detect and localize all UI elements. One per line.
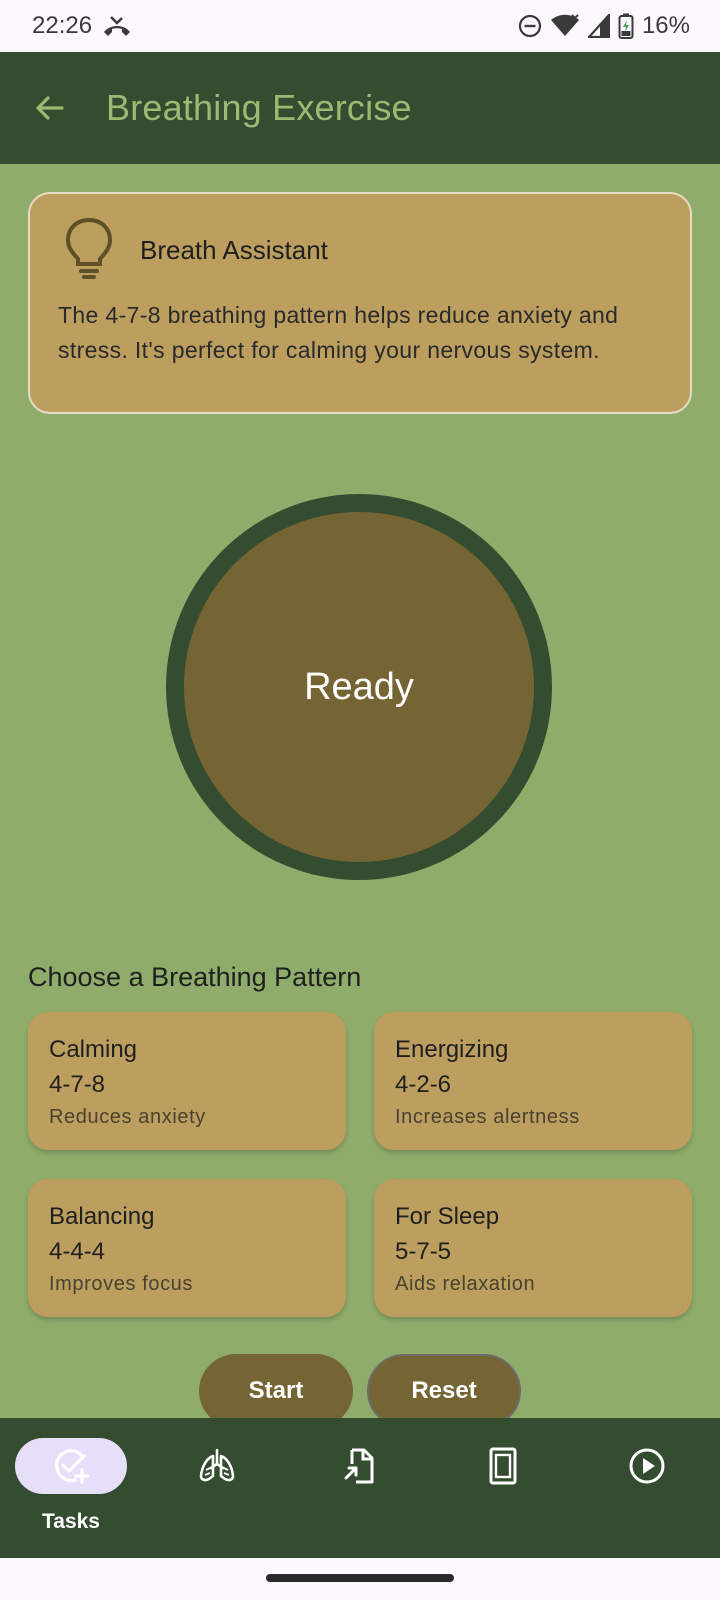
task-add-icon (54, 1449, 90, 1484)
pattern-description: Reduces anxiety (49, 1106, 206, 1128)
breathing-circle[interactable]: Ready (166, 494, 552, 880)
pattern-ratio: 4-2-6 (395, 1071, 452, 1098)
pattern-name: Balancing (49, 1203, 155, 1230)
pattern-name: Calming (49, 1036, 138, 1063)
pattern-description: Improves focus (49, 1273, 194, 1295)
nav-item-export[interactable] (305, 1418, 415, 1558)
pattern-card-balancing[interactable]: Balancing 4-4-4 Improves focus (28, 1179, 346, 1317)
wifi-icon (550, 14, 580, 38)
play-circle-icon (629, 1448, 665, 1484)
pattern-description: Aids relaxation (395, 1273, 536, 1295)
nav-item-play[interactable] (592, 1418, 702, 1558)
nav-icon-container (447, 1438, 559, 1494)
missed-call-icon (102, 15, 132, 37)
pattern-ratio: 4-7-8 (49, 1071, 106, 1098)
assistant-text: The 4-7-8 breathing pattern helps reduce… (58, 302, 619, 363)
back-button[interactable] (24, 82, 76, 134)
pattern-name: For Sleep (395, 1203, 500, 1230)
home-indicator[interactable] (266, 1574, 454, 1582)
do-not-disturb-icon (518, 14, 542, 38)
nav-item-lungs[interactable] (162, 1418, 272, 1558)
pattern-ratio: 4-4-4 (49, 1238, 106, 1265)
status-bar: 22:26 16% (0, 0, 720, 52)
section-title: Choose a Breathing Pattern (28, 962, 362, 992)
nav-item-tablet[interactable] (448, 1418, 558, 1558)
breath-assistant-card: Breath Assistant The 4-7-8 breathing pat… (28, 192, 692, 414)
battery-charging-icon (618, 13, 634, 39)
arrow-back-icon (36, 96, 64, 120)
pattern-card-calming[interactable]: Calming 4-7-8 Reduces anxiety (28, 1012, 346, 1150)
page-title: Breathing Exercise (106, 87, 412, 128)
nav-label-tasks: Tasks (42, 1510, 100, 1533)
pattern-card-for-sleep[interactable]: For Sleep 5-7-5 Aids relaxation (374, 1179, 692, 1317)
signal-icon (587, 14, 610, 38)
bottom-navigation: Tasks (0, 1418, 720, 1558)
pattern-description: Increases alertness (395, 1106, 580, 1128)
nav-icon-container (591, 1438, 703, 1494)
tablet-icon (489, 1447, 517, 1485)
pattern-card-energizing[interactable]: Energizing 4-2-6 Increases alertness (374, 1012, 692, 1150)
nav-icon-container (304, 1438, 416, 1494)
assistant-title: Breath Assistant (140, 234, 328, 265)
pattern-name: Energizing (395, 1036, 509, 1063)
reset-button[interactable]: Reset (367, 1354, 521, 1428)
breath-state-label: Ready (304, 665, 414, 708)
lightbulb-icon (65, 217, 113, 279)
gesture-navigation-bar (0, 1558, 720, 1600)
nav-icon-container (161, 1438, 273, 1494)
breathing-circle-inner: Ready (184, 512, 534, 862)
status-time: 22:26 (32, 12, 93, 39)
document-export-icon (344, 1448, 374, 1484)
pattern-ratio: 5-7-5 (395, 1238, 452, 1265)
start-button[interactable]: Start (199, 1354, 353, 1428)
app-bar: Breathing Exercise (0, 52, 720, 164)
battery-percent: 16% (641, 12, 690, 39)
nav-item-tasks[interactable]: Tasks (15, 1418, 127, 1558)
lungs-icon (199, 1448, 235, 1482)
nav-active-indicator (15, 1438, 127, 1494)
